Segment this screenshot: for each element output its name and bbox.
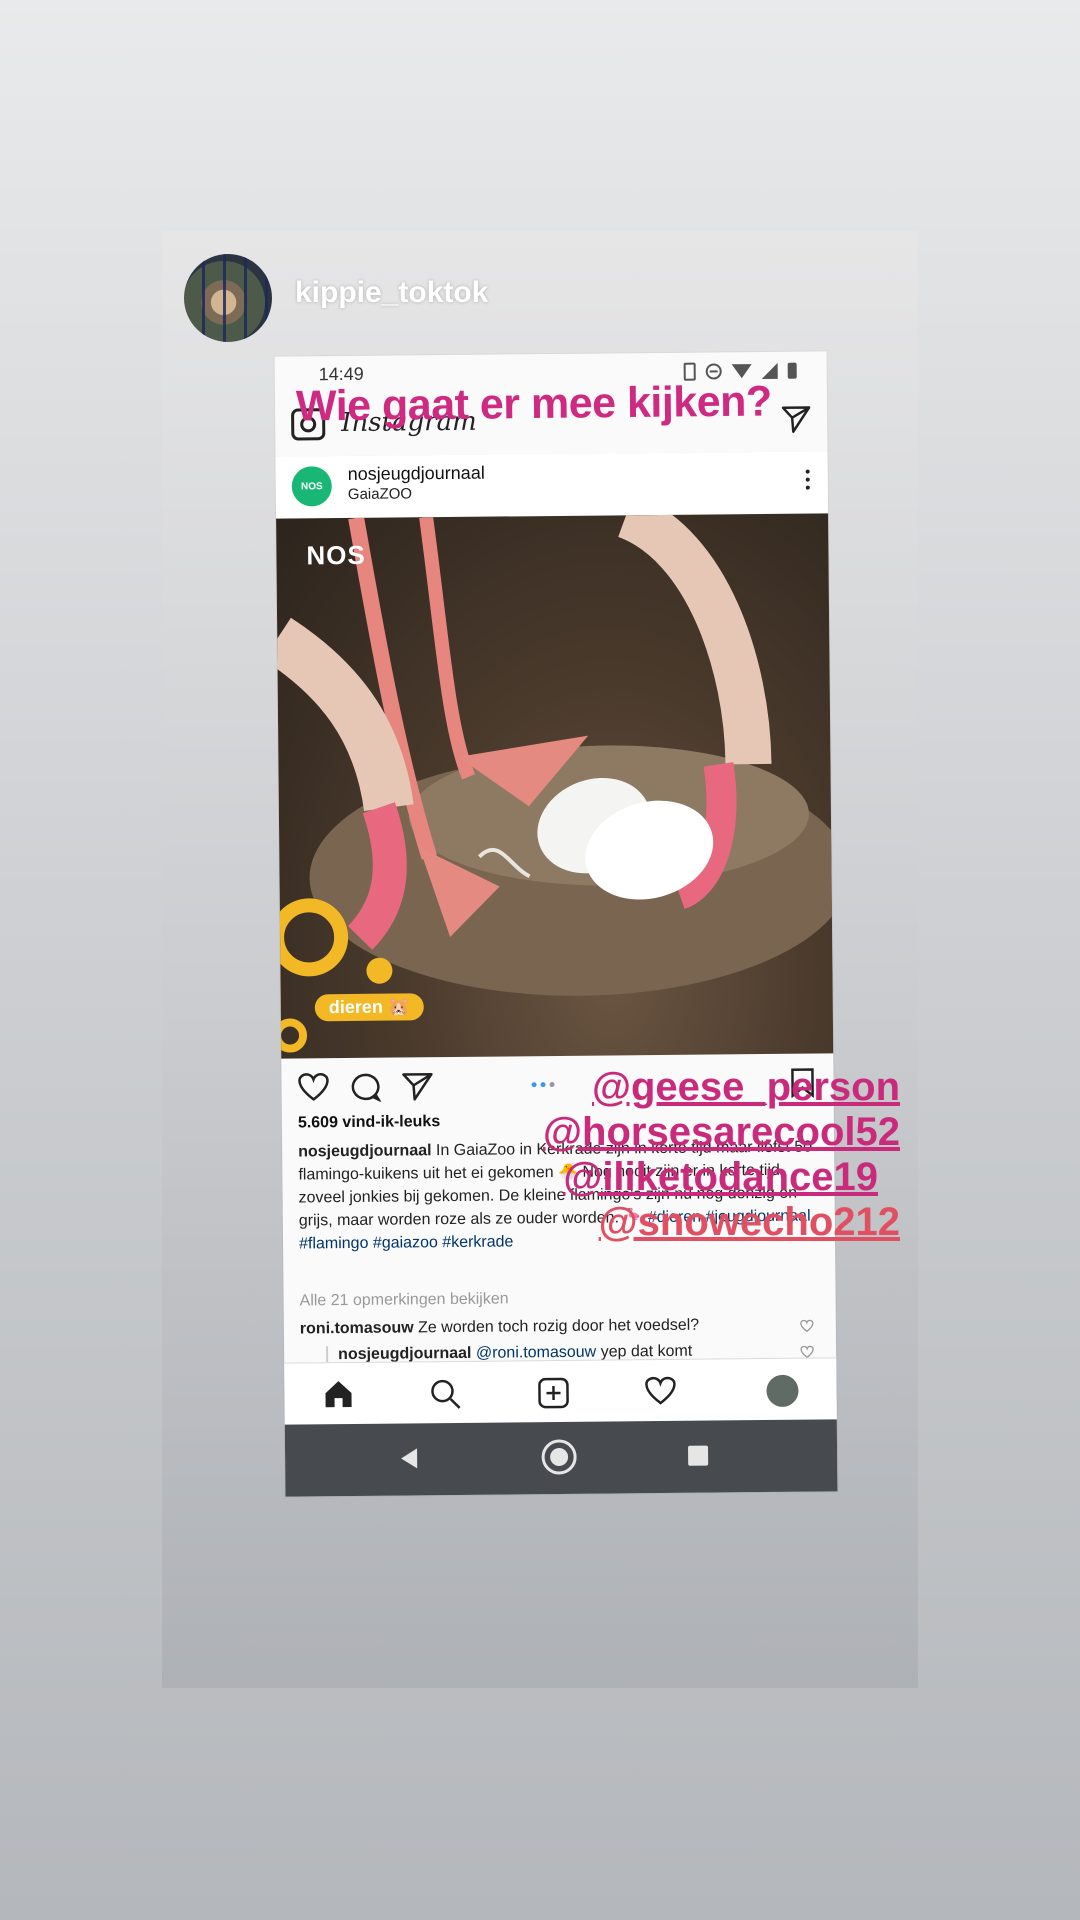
profile-avatar[interactable] <box>766 1374 799 1408</box>
flamingo-photo <box>276 513 834 996</box>
caption-username[interactable]: nosjeugdjournaal <box>298 1142 432 1160</box>
mention-sticker[interactable]: @geese_person <box>500 1065 900 1110</box>
home-button-icon[interactable] <box>540 1438 578 1481</box>
instagram-bottom-nav <box>284 1357 837 1426</box>
direct-message-icon[interactable] <box>781 404 811 439</box>
shared-screenshot: 14:49 Instagram NOS nosjeugdjournaal Gai… <box>274 351 838 1497</box>
search-icon[interactable] <box>429 1378 461 1415</box>
new-post-icon[interactable] <box>537 1377 569 1414</box>
mention-sticker[interactable]: @horsesarecool52 <box>500 1110 900 1155</box>
story-mention-stickers: @geese_person @horsesarecool52 @iliketod… <box>500 1065 900 1245</box>
android-nav-bar <box>284 1419 838 1497</box>
story-username[interactable]: kippie_toktok <box>295 276 488 310</box>
activity-heart-icon[interactable] <box>644 1376 676 1411</box>
category-tag: dieren 🐹 <box>314 993 425 1022</box>
heart-icon[interactable] <box>297 1072 329 1107</box>
decor-dot <box>366 957 393 984</box>
wifi-icon <box>731 364 752 379</box>
recents-icon[interactable] <box>687 1445 709 1472</box>
post-header: NOS nosjeugdjournaal GaiaZOO <box>275 451 829 519</box>
post-account-name[interactable]: nosjeugdjournaal <box>348 463 485 485</box>
home-icon[interactable] <box>322 1379 354 1414</box>
more-options-icon[interactable] <box>805 469 810 494</box>
comment-icon[interactable] <box>349 1072 382 1107</box>
view-all-comments-link[interactable]: Alle 21 opmerkingen bekijken <box>300 1290 509 1310</box>
post-photo[interactable]: NOS dieren 🐹 <box>276 513 834 1059</box>
comment-text: Ze worden toch rozig door het voedsel? <box>418 1316 700 1337</box>
story-user-avatar[interactable] <box>184 254 272 342</box>
battery-icon <box>787 362 797 379</box>
direct-share-icon[interactable] <box>401 1071 433 1106</box>
mention-sticker[interactable]: @iliketodance19 <box>500 1155 900 1200</box>
back-icon[interactable] <box>397 1445 421 1476</box>
comment-like-icon[interactable] <box>800 1319 814 1338</box>
comment-row: roni.tomasouw Ze worden toch rozig door … <box>300 1316 770 1339</box>
comment-username[interactable]: roni.tomasouw <box>300 1319 414 1337</box>
post-location[interactable]: GaiaZOO <box>348 485 412 503</box>
mention-sticker[interactable]: @snowecho212 <box>500 1200 900 1245</box>
account-avatar[interactable]: NOS <box>291 466 332 507</box>
likes-count[interactable]: 5.609 vind-ik-leuks <box>298 1113 440 1132</box>
nos-watermark: NOS <box>306 539 366 571</box>
story-text-question: Wie gaat er mee kijken? <box>295 377 772 431</box>
